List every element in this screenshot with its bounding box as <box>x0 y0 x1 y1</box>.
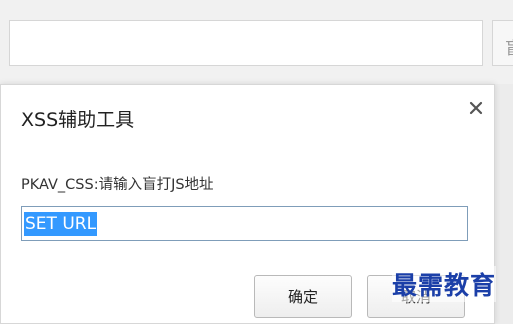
dialog-title: XSS辅助工具 <box>21 109 135 131</box>
background-side-button-label: 盲 <box>505 34 513 59</box>
url-input[interactable]: SET URL <box>21 206 468 241</box>
close-icon[interactable] <box>467 99 485 117</box>
url-input-value: SET URL <box>24 211 98 236</box>
prompt-label: PKAV_CSS:请输入盲打JS地址 <box>21 177 214 193</box>
ok-button[interactable]: 确定 <box>254 275 352 318</box>
background-url-field[interactable] <box>9 20 483 66</box>
background-side-button[interactable]: 盲 <box>492 20 513 66</box>
watermark-logo: 最需教育 <box>392 266 497 302</box>
